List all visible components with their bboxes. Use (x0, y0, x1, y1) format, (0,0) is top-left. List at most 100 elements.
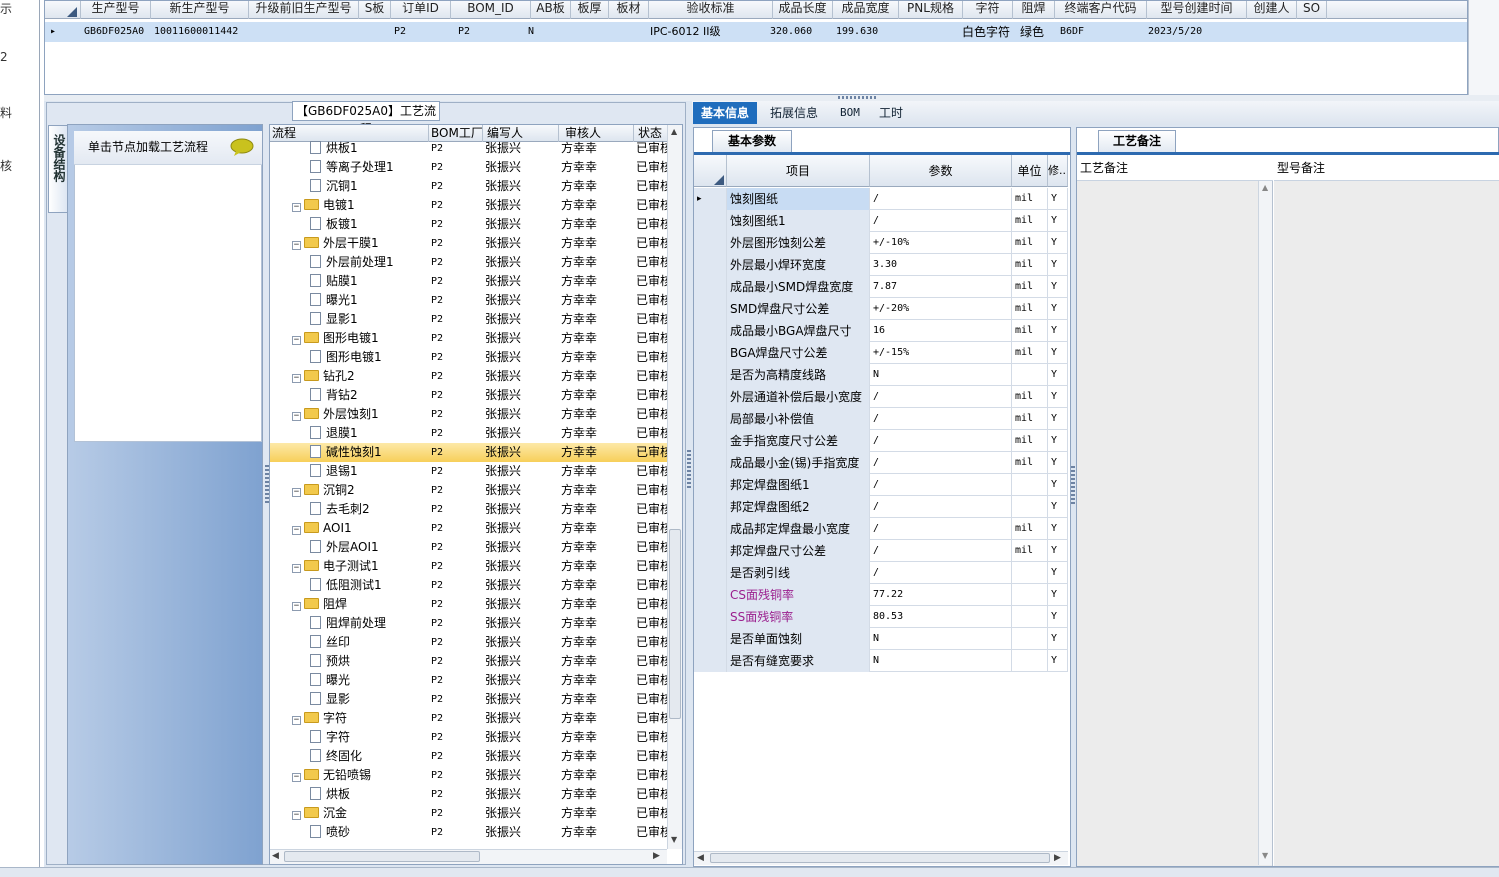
tree-cell-writer[interactable]: 张振兴 (485, 424, 559, 443)
tree-cell-writer[interactable]: 张振兴 (485, 348, 559, 367)
collapse-icon[interactable]: − (292, 488, 301, 497)
tree-row[interactable]: 显影 P2张振兴方幸幸已审核 (270, 690, 668, 709)
tree-row[interactable]: 阻焊前处理 P2张振兴方幸幸已审核 (270, 614, 668, 633)
tree-row[interactable]: 外层前处理1 P2张振兴方幸幸已审核 (270, 253, 668, 272)
tree-cell-reviewer[interactable]: 方幸幸 (561, 196, 633, 215)
tree-cell-bom[interactable]: P2 (431, 671, 481, 690)
tree-cell-reviewer[interactable]: 方幸幸 (561, 595, 633, 614)
col-header[interactable]: 板厚 (571, 1, 609, 19)
tree-cell-status[interactable]: 已审核 (636, 196, 668, 215)
scroll-left-icon[interactable]: ◀ (697, 853, 704, 863)
cell-silkscreen[interactable]: 白色字符 (959, 22, 1013, 42)
cell-soldermask[interactable]: 绿色 (1017, 22, 1057, 42)
param-unit[interactable]: mil (1012, 540, 1048, 562)
tree-node[interactable]: 显影1 (310, 310, 429, 329)
param-flag[interactable]: Y (1048, 540, 1068, 562)
tree-node[interactable]: 外层前处理1 (310, 253, 429, 272)
tab-worktime[interactable]: 工时 (871, 102, 911, 124)
tree-cell-bom[interactable]: P2 (431, 690, 481, 709)
tree-cell-writer[interactable]: 张振兴 (485, 196, 559, 215)
row-selector[interactable] (694, 210, 727, 232)
tree-cell-writer[interactable]: 张振兴 (485, 519, 559, 538)
params-tab[interactable]: 基本参数 (712, 130, 792, 152)
row-selector[interactable] (694, 540, 727, 562)
param-item[interactable]: 成品最小金(锡)手指宽度 (727, 452, 870, 474)
tree-cell-status[interactable]: 已审核 (636, 766, 668, 785)
splitter-grip-icon[interactable] (1071, 466, 1075, 506)
tree-cell-bom[interactable]: P2 (431, 462, 481, 481)
tree-row[interactable]: − 外层干膜1 P2张振兴方幸幸已审核 (270, 234, 668, 253)
tree-node[interactable]: 字符 (310, 728, 429, 747)
tree-cell-writer[interactable]: 张振兴 (485, 215, 559, 234)
tree-cell-writer[interactable]: 张振兴 (485, 804, 559, 823)
param-item[interactable]: 外层通道补偿后最小宽度 (727, 386, 870, 408)
tree-cell-status[interactable]: 已审核 (636, 595, 668, 614)
col-header[interactable]: 修... (1048, 155, 1068, 187)
row-selector[interactable] (694, 474, 727, 496)
param-value[interactable]: / (870, 210, 1012, 232)
tree-cell-writer[interactable]: 张振兴 (485, 538, 559, 557)
param-unit[interactable] (1012, 650, 1048, 672)
tree-cell-bom[interactable]: P2 (431, 747, 481, 766)
tree-cell-bom[interactable]: P2 (431, 728, 481, 747)
param-value[interactable]: 77.22 (870, 584, 1012, 606)
tree-cell-writer[interactable]: 张振兴 (485, 367, 559, 386)
param-unit[interactable]: mil (1012, 452, 1048, 474)
tree-cell-reviewer[interactable]: 方幸幸 (561, 310, 633, 329)
tree-cell-bom[interactable]: P2 (431, 139, 481, 158)
row-selector[interactable] (694, 584, 727, 606)
tree-node[interactable]: 低阻测试1 (310, 576, 429, 595)
tree-cell-reviewer[interactable]: 方幸幸 (561, 766, 633, 785)
param-unit[interactable]: mil (1012, 342, 1048, 364)
collapse-icon[interactable]: − (292, 602, 301, 611)
tree-cell-status[interactable]: 已审核 (636, 633, 668, 652)
row-selector[interactable] (694, 364, 727, 386)
row-selector[interactable] (694, 452, 727, 474)
tree-cell-writer[interactable]: 张振兴 (485, 557, 559, 576)
tree-row[interactable]: − 阻焊 P2张振兴方幸幸已审核 (270, 595, 668, 614)
param-unit[interactable] (1012, 364, 1048, 386)
tree-cell-status[interactable]: 已审核 (636, 443, 668, 462)
process-note-area[interactable] (1077, 155, 1273, 866)
param-value[interactable]: +/-10% (870, 232, 1012, 254)
tree-node[interactable]: 贴膜1 (310, 272, 429, 291)
tree-cell-writer[interactable]: 张振兴 (485, 462, 559, 481)
tree-node[interactable]: 预烘 (310, 652, 429, 671)
param-item[interactable]: 是否剥引线 (727, 562, 870, 584)
param-flag[interactable]: Y (1048, 342, 1068, 364)
tree-node[interactable]: 沉铜1 (310, 177, 429, 196)
tree-row[interactable]: − 无铅喷锡 P2张振兴方幸幸已审核 (270, 766, 668, 785)
tree-cell-bom[interactable]: P2 (431, 272, 481, 291)
collapse-icon[interactable]: − (292, 336, 301, 345)
tree-row[interactable]: 背钻2 P2张振兴方幸幸已审核 (270, 386, 668, 405)
tree-row[interactable]: 碱性蚀刻1 P2张振兴方幸幸已审核 (270, 443, 668, 462)
param-value[interactable]: 16 (870, 320, 1012, 342)
param-unit[interactable]: mil (1012, 276, 1048, 298)
col-header[interactable]: 成品长度 (773, 1, 833, 19)
tree-cell-reviewer[interactable]: 方幸幸 (561, 139, 633, 158)
tree-cell-writer[interactable]: 张振兴 (485, 747, 559, 766)
tree-cell-writer[interactable]: 张振兴 (485, 253, 559, 272)
tree-cell-bom[interactable]: P2 (431, 215, 481, 234)
param-flag[interactable]: Y (1048, 606, 1068, 628)
param-flag[interactable]: Y (1048, 584, 1068, 606)
tree-cell-reviewer[interactable]: 方幸幸 (561, 633, 633, 652)
param-row[interactable]: 成品最小BGA焊盘尺寸 16 mil Y (694, 320, 1068, 342)
tree-row[interactable]: 喷砂 P2张振兴方幸幸已审核 (270, 823, 668, 842)
tree-cell-status[interactable]: 已审核 (636, 538, 668, 557)
scroll-left-icon[interactable]: ◀ (272, 851, 279, 861)
tree-cell-bom[interactable]: P2 (431, 652, 481, 671)
scroll-down-icon[interactable]: ▼ (671, 835, 677, 844)
tree-cell-status[interactable]: 已审核 (636, 462, 668, 481)
current-row-icon[interactable]: ▸ (694, 188, 727, 210)
param-item[interactable]: 邦定焊盘图纸1 (727, 474, 870, 496)
param-unit[interactable]: mil (1012, 518, 1048, 540)
param-item[interactable]: 外层图形蚀刻公差 (727, 232, 870, 254)
param-value[interactable]: / (870, 474, 1012, 496)
tree-node[interactable]: − 沉铜2 (292, 481, 429, 500)
param-unit[interactable]: mil (1012, 320, 1048, 342)
collapse-icon[interactable]: − (292, 716, 301, 725)
param-row[interactable]: ▸ 蚀刻图纸 / mil Y (694, 188, 1068, 210)
cell-width[interactable]: 199.630 (833, 22, 899, 42)
tree-cell-reviewer[interactable]: 方幸幸 (561, 424, 633, 443)
